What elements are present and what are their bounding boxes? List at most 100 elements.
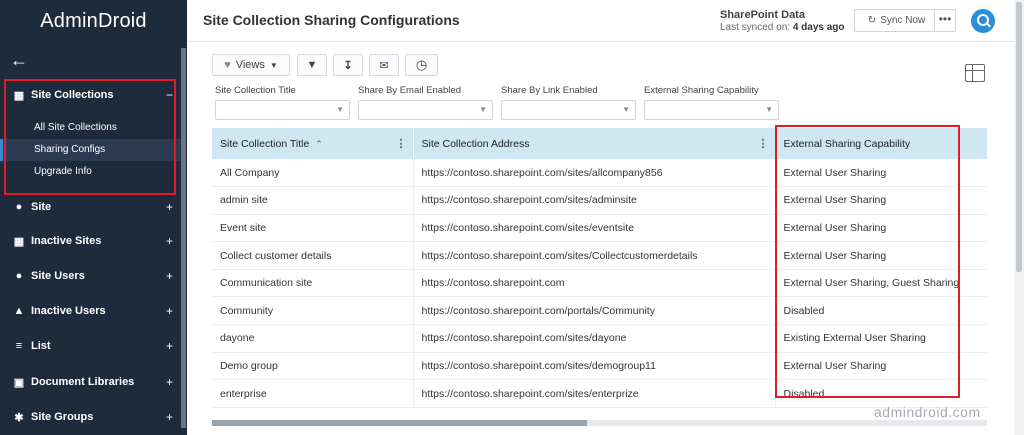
- views-label: Views: [235, 59, 265, 71]
- highlight-box-right: [775, 125, 960, 398]
- nav-group-site-groups: ✱ Site Groups +: [0, 405, 181, 429]
- column-menu-icon[interactable]: ⋮: [758, 137, 769, 150]
- cell-address: https://contoso.sharepoint.com/sites/Col…: [413, 241, 776, 270]
- cell-title: Communication site: [212, 269, 414, 298]
- schedule-button[interactable]: ◷: [405, 54, 438, 76]
- globe-users-icon: ●: [15, 270, 23, 282]
- nav-label: List: [31, 340, 51, 352]
- column-header-title[interactable]: Site Collection Title ⌃ ⋮: [212, 128, 414, 159]
- filter-select-title[interactable]: ▼: [215, 100, 350, 120]
- cell-title: All Company: [212, 159, 414, 188]
- filter-label-title: Site Collection Title: [215, 85, 296, 96]
- nav-site[interactable]: ● Site +: [0, 195, 181, 219]
- horizontal-scrollbar[interactable]: [212, 420, 987, 426]
- filter-select-link[interactable]: ▼: [501, 100, 636, 120]
- caret-down-icon: ▼: [765, 105, 773, 114]
- expand-icon[interactable]: +: [166, 339, 173, 353]
- cell-title: dayone: [212, 324, 414, 353]
- nav-inactive-sites[interactable]: ▦ Inactive Sites +: [0, 229, 181, 253]
- brand-logo: AdminDroid: [40, 10, 147, 32]
- nav-group-list: ≡ List +: [0, 334, 181, 358]
- column-header-address[interactable]: Site Collection Address ⋮: [413, 128, 776, 159]
- export-button[interactable]: ↧: [333, 54, 363, 76]
- back-arrow-icon[interactable]: ←: [10, 50, 28, 71]
- sidebar: AdminDroid ← ▦ Site Collections − All Si…: [0, 0, 187, 435]
- filter-select-email[interactable]: ▼: [358, 100, 493, 120]
- last-synced-prefix: Last synced on:: [720, 22, 791, 33]
- caret-down-icon: ▼: [479, 105, 487, 114]
- scrollbar-thumb[interactable]: [212, 420, 587, 426]
- nav-list[interactable]: ≡ List +: [0, 334, 181, 358]
- sync-now-button[interactable]: ↻ Sync Now: [854, 9, 939, 32]
- cell-title: Demo group: [212, 352, 414, 381]
- expand-icon[interactable]: +: [166, 200, 173, 214]
- page-header: Site Collection Sharing Configurations S…: [187, 0, 1024, 42]
- sync-icon: ↻: [867, 15, 877, 26]
- nav-label: Document Libraries: [31, 376, 135, 388]
- expand-icon[interactable]: +: [166, 375, 173, 389]
- nav-label: Site Users: [31, 270, 85, 282]
- expand-icon[interactable]: +: [166, 234, 173, 248]
- cell-address: https://contoso.sharepoint.com: [413, 269, 776, 298]
- nav-site-users[interactable]: ● Site Users +: [0, 264, 181, 288]
- more-options-button[interactable]: •••: [934, 9, 956, 32]
- sort-asc-icon[interactable]: ⌃: [315, 139, 323, 149]
- watermark: admindroid.com: [874, 404, 981, 420]
- nav-group-inactive-users: ▲ Inactive Users +: [0, 299, 181, 323]
- page-title: Site Collection Sharing Configurations: [203, 12, 460, 28]
- filter-icon: ▼: [306, 59, 318, 71]
- nav-label: Inactive Sites: [31, 235, 102, 247]
- nav-group-site: ● Site +: [0, 195, 181, 219]
- caret-down-icon: ▼: [622, 105, 630, 114]
- caret-down-icon: ▼: [336, 105, 344, 114]
- expand-icon[interactable]: +: [166, 410, 173, 424]
- cell-address: https://contoso.sharepoint.com/sites/dem…: [413, 352, 776, 381]
- caret-down-icon: ▼: [269, 60, 278, 70]
- group-icon: ✱: [14, 411, 24, 424]
- cell-address: https://contoso.sharepoint.com/sites/ent…: [413, 379, 776, 408]
- nav-label: Inactive Users: [31, 305, 106, 317]
- user-icon: ▲: [13, 305, 25, 317]
- mail-icon: ✉: [379, 59, 389, 72]
- last-synced-text: Last synced on: 4 days ago: [720, 22, 845, 33]
- cell-address: https://contoso.sharepoint.com/sites/eve…: [413, 214, 776, 243]
- highlight-box-left: [4, 79, 176, 195]
- nav-label: Site: [31, 201, 52, 213]
- nav-label: Site Groups: [31, 411, 94, 423]
- sync-now-label: Sync Now: [880, 15, 926, 26]
- nav-site-groups[interactable]: ✱ Site Groups +: [0, 405, 181, 429]
- alarm-clock-icon: ◷: [415, 57, 428, 72]
- cell-title: Event site: [212, 214, 414, 243]
- nav-group-inactive-sites: ▦ Inactive Sites +: [0, 229, 181, 253]
- calendar-icon: ▦: [13, 235, 25, 248]
- filter-label-email: Share By Email Enabled: [358, 85, 461, 96]
- cell-title: Community: [212, 296, 414, 326]
- filter-label-link: Share By Link Enabled: [501, 85, 598, 96]
- list-icon: ≡: [15, 340, 23, 352]
- scrollbar-thumb[interactable]: [1016, 2, 1022, 272]
- filter-button[interactable]: ▼: [297, 54, 327, 76]
- search-icon[interactable]: [971, 9, 995, 33]
- column-header-label: Site Collection Address: [421, 137, 530, 150]
- cell-title: admin site: [212, 186, 414, 215]
- data-source-label: SharePoint Data: [720, 9, 805, 21]
- column-settings-icon[interactable]: [965, 64, 985, 82]
- cell-address: https://contoso.sharepoint.com/sites/adm…: [413, 186, 776, 215]
- nav-document-libraries[interactable]: ▣ Document Libraries +: [0, 370, 181, 394]
- cell-address: https://contoso.sharepoint.com/sites/day…: [413, 324, 776, 353]
- column-menu-icon[interactable]: ⋮: [396, 137, 407, 150]
- nav-inactive-users[interactable]: ▲ Inactive Users +: [0, 299, 181, 323]
- nav-group-document-libraries: ▣ Document Libraries +: [0, 370, 181, 394]
- download-icon: ↧: [343, 59, 353, 72]
- filter-select-external[interactable]: ▼: [644, 100, 779, 120]
- sidebar-scrollbar[interactable]: [181, 48, 186, 428]
- column-header-label: Site Collection Title: [220, 137, 310, 150]
- vertical-scrollbar[interactable]: [1014, 0, 1024, 435]
- views-button[interactable]: ♥ Views ▼: [212, 54, 290, 76]
- expand-icon[interactable]: +: [166, 304, 173, 318]
- globe-icon: ●: [15, 201, 23, 213]
- email-button[interactable]: ✉: [369, 54, 399, 76]
- heart-icon: ♥: [224, 59, 231, 71]
- expand-icon[interactable]: +: [166, 269, 173, 283]
- nav-group-site-users: ● Site Users +: [0, 264, 181, 288]
